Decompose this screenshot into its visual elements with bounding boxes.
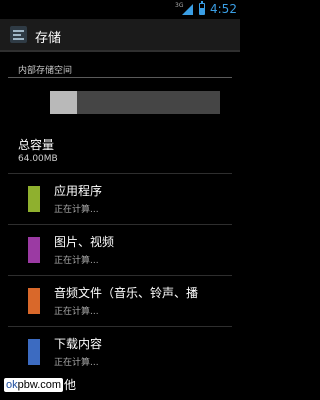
category-status: 正在计算... [54, 307, 99, 317]
storage-usage-bar [50, 91, 220, 114]
category-status: 正在计算... [54, 256, 99, 266]
watermark-domain: pbw.com [17, 379, 62, 391]
category-row-apps[interactable]: 应用程序 正在计算... [0, 174, 240, 224]
apps-color-swatch [28, 186, 40, 212]
watermark-logo: okpbw.com [4, 378, 64, 392]
category-label: 应用程序 [54, 184, 103, 198]
total-capacity-label: 总容量 [18, 138, 55, 152]
screen: 3G 4:52 存储 内部存储空间 总容量 64.00MB 应用程序 正在计算.… [0, 0, 240, 400]
section-header-internal-storage: 内部存储空间 [18, 66, 73, 76]
clock: 4:52 [210, 2, 237, 16]
action-bar: 存储 [0, 19, 240, 50]
signal-strength-icon [182, 4, 193, 15]
category-status: 正在计算... [54, 205, 99, 215]
category-status: 正在计算... [54, 358, 99, 368]
audio-color-swatch [28, 288, 40, 314]
category-label: 音频文件（音乐、铃声、播 [54, 286, 199, 300]
action-bar-divider [0, 50, 240, 52]
status-bar: 3G 4:52 [0, 0, 240, 19]
category-label: 图片、视频 [54, 235, 115, 249]
battery-icon [199, 1, 205, 15]
category-row-pictures-videos[interactable]: 图片、视频 正在计算... [0, 225, 240, 275]
category-row-downloads[interactable]: 下载内容 正在计算... [0, 327, 240, 368]
category-label: 下载内容 [54, 337, 103, 351]
pictures-videos-color-swatch [28, 237, 40, 263]
page-title: 存储 [35, 31, 62, 46]
total-capacity-value: 64.00MB [18, 154, 58, 164]
storage-used-fill [50, 91, 78, 114]
watermark-brand: ok [6, 379, 18, 391]
storage-settings-icon[interactable] [10, 26, 27, 43]
category-row-audio[interactable]: 音频文件（音乐、铃声、播 正在计算... [0, 276, 240, 326]
downloads-color-swatch [28, 339, 40, 365]
section-divider [8, 77, 232, 78]
partial-row-text: 他 [64, 378, 77, 392]
